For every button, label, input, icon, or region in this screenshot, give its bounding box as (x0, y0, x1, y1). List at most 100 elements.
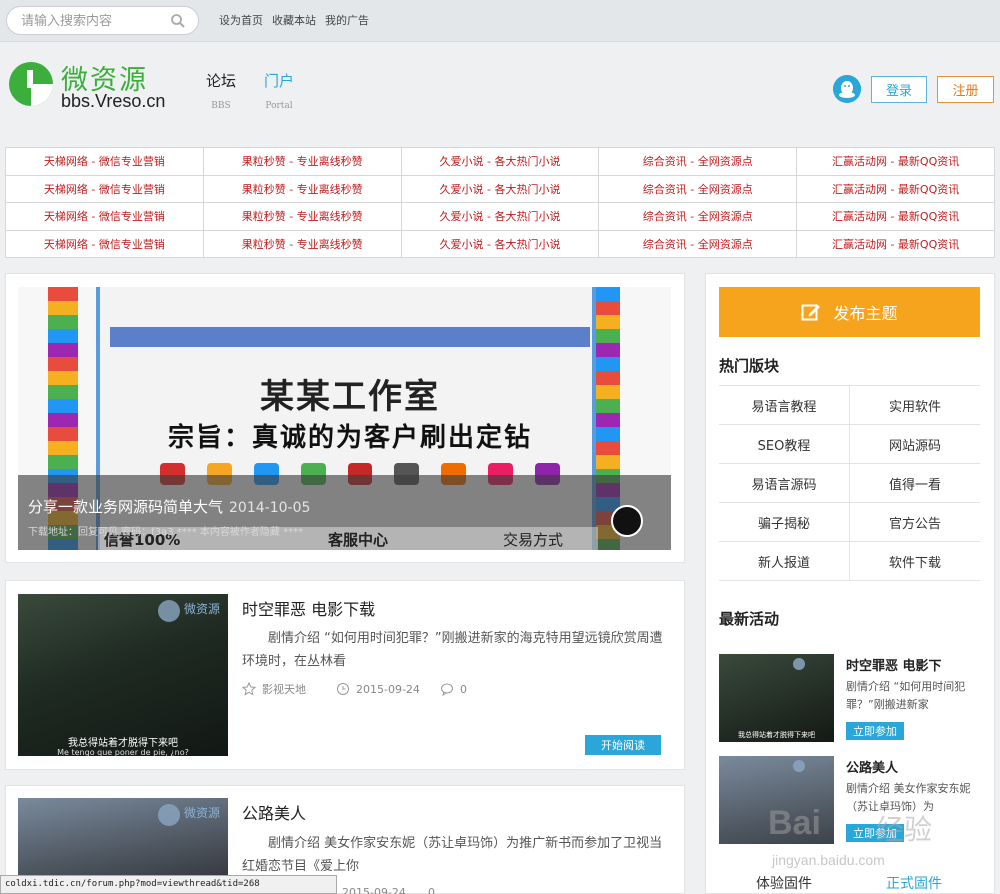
edit-icon (801, 304, 821, 321)
logo-en-text: bbs.Vreso.cn (61, 91, 166, 111)
watermark-logo-icon (793, 760, 805, 772)
banner-title-text: 分享一款业务网源码简单大气 (28, 498, 224, 516)
event-title[interactable]: 时空罪恶 电影下 (846, 655, 942, 674)
banner-avatar-icon (611, 505, 643, 537)
hot-section-link[interactable]: 软件下载 (849, 541, 980, 581)
ad-link[interactable]: 久爱小说 - 各大热门小说 (400, 229, 600, 258)
clock-icon (337, 683, 349, 695)
ad-link[interactable]: 汇赢活动网 - 最新QQ资讯 (796, 147, 995, 176)
ad-link[interactable]: 果粒秒赞 - 专业离线秒赞 (202, 229, 402, 258)
ad-link[interactable]: 综合资讯 - 全网资源点 (598, 147, 798, 176)
hot-section-link[interactable]: SEO教程 (719, 424, 850, 464)
hot-section-link[interactable]: 易语言源码 (719, 463, 850, 503)
event-thumb-caption: 我总得站着才脱得下来吧 (738, 731, 815, 739)
post-topic-button[interactable]: 发布主题 (719, 287, 980, 337)
ad-link[interactable]: 天梯网络 - 微信专业营销 (5, 202, 204, 231)
firmware-tabs: 体验固件 正式固件 (719, 873, 980, 894)
search-icon[interactable] (170, 13, 186, 29)
tab-official-firmware[interactable]: 正式固件 (849, 873, 979, 894)
comment-icon (440, 683, 453, 696)
ad-link[interactable]: 久爱小说 - 各大热门小说 (400, 174, 600, 203)
hot-row: 易语言教程 实用软件 (719, 385, 980, 425)
banner-blue-bar (110, 327, 590, 347)
hot-section-link[interactable]: 值得一看 (849, 463, 980, 503)
ad-link[interactable]: 果粒秒赞 - 专业离线秒赞 (202, 147, 402, 176)
nav-bbs[interactable]: 论坛 BBS (206, 70, 236, 111)
search-input[interactable] (21, 12, 171, 30)
login-button[interactable]: 登录 (871, 76, 927, 103)
ad-link[interactable]: 汇赢活动网 - 最新QQ资讯 (796, 229, 995, 258)
nav-portal-label: 门户 (264, 72, 295, 90)
banner-bottom-label: 交易方式 (503, 531, 564, 549)
hot-section-link[interactable]: 新人报道 (719, 541, 850, 581)
article-desc: 剧情介绍 “如何用时间犯罪？”刚搬进新家的海克特用望远镜欣赏周遭环境时，在丛林看 (242, 631, 663, 669)
banner-subtitle: 下载地址：回复可见 密码：f3a3 **** 本内容被作者隐藏 **** (28, 527, 304, 538)
post-topic-label: 发布主题 (833, 304, 898, 323)
ad-link[interactable]: 果粒秒赞 - 专业离线秒赞 (202, 202, 402, 231)
thumb-caption: 我总得站着才脱得下来吧 (68, 738, 178, 749)
article-comments: 0 (459, 682, 467, 696)
event-thumbnail[interactable]: 我总得站着才脱得下来吧 (719, 654, 834, 742)
ad-link[interactable]: 综合资讯 - 全网资源点 (598, 174, 798, 203)
ad-link[interactable]: 果粒秒赞 - 专业离线秒赞 (202, 174, 402, 203)
event-title[interactable]: 公路美人 (846, 757, 898, 776)
qq-login-icon[interactable] (833, 75, 861, 103)
ad-link[interactable]: 天梯网络 - 微信专业营销 (5, 174, 204, 203)
my-ads-link[interactable]: 我的广告 (325, 12, 369, 28)
banner-title[interactable]: 分享一款业务网源码简单大气 2014-10-05 (28, 496, 310, 517)
featured-banner[interactable]: 某某工作室 宗旨：真诚的为客户刷出定钻 信誉100% 客服中心 交易方式 分享一… (18, 287, 671, 550)
hot-section-link[interactable]: 官方公告 (849, 502, 980, 542)
thumb-watermark: 微资源 (184, 806, 221, 820)
baidu-watermark: Bai 经验 jingyan.baidu.com (768, 804, 988, 874)
article-meta: 2015-09-24 0 (342, 886, 435, 894)
latest-events-heading: 最新活动 (719, 610, 780, 628)
ad-link[interactable]: 汇赢活动网 - 最新QQ资讯 (796, 202, 995, 231)
hot-row: SEO教程 网站源码 (719, 424, 980, 464)
thumb-watermark: 微资源 (184, 602, 221, 616)
top-links: 设为首页 收藏本站 我的广告 (219, 12, 369, 28)
ad-link[interactable]: 综合资讯 - 全网资源点 (598, 202, 798, 231)
ad-link[interactable]: 久爱小说 - 各大热门小说 (400, 202, 600, 231)
ad-link[interactable]: 天梯网络 - 微信专业营销 (5, 147, 204, 176)
article-meta: 影视天地 2015-09-24 0 (242, 681, 467, 697)
hot-section-link[interactable]: 骗子揭秘 (719, 502, 850, 542)
hot-section-link[interactable]: 易语言教程 (719, 385, 850, 425)
search-box[interactable] (6, 6, 199, 35)
nav-bbs-label: 论坛 (206, 72, 237, 90)
hot-section-link[interactable]: 实用软件 (849, 385, 980, 425)
watermark-logo-icon (793, 658, 805, 670)
banner-bottom-label: 客服中心 (328, 531, 389, 549)
nav-portal[interactable]: 门户 Portal (264, 70, 294, 111)
register-button[interactable]: 注册 (937, 76, 994, 103)
ad-link[interactable]: 天梯网络 - 微信专业营销 (5, 229, 204, 258)
hot-row: 新人报道 软件下载 (719, 541, 980, 581)
article-date: 2015-09-24 (342, 886, 406, 894)
watermark-logo-icon (158, 600, 180, 622)
hot-sections-grid: 易语言教程 实用软件 SEO教程 网站源码 易语言源码 值得一看 骗子揭秘 官方公告 新人报道软… (719, 385, 980, 581)
article-category[interactable]: 影视天地 (262, 681, 306, 697)
nav-bbs-sub: BBS (211, 101, 231, 111)
nav-portal-sub: Portal (265, 101, 293, 111)
watermark-url: jingyan.baidu.com (772, 852, 885, 868)
site-logo[interactable]: 微资源 bbs.Vreso.cn (7, 60, 185, 116)
ad-link[interactable]: 综合资讯 - 全网资源点 (598, 229, 798, 258)
event-desc: 剧情介绍 “如何用时间犯罪？”刚搬进新家 (846, 680, 966, 711)
article-title[interactable]: 公路美人 (242, 800, 306, 824)
banner-art-line1: 某某工作室 (260, 377, 440, 417)
bookmark-link[interactable]: 收藏本站 (272, 12, 316, 28)
article-date: 2015-09-24 (356, 682, 420, 696)
watermark-cn: 经验 (876, 813, 933, 846)
set-homepage-link[interactable]: 设为首页 (219, 12, 263, 28)
ad-link[interactable]: 久爱小说 - 各大热门小说 (400, 147, 600, 176)
join-event-button[interactable]: 立即参加 (846, 722, 904, 740)
ad-row: 天梯网络 - 微信专业营销 果粒秒赞 - 专业离线秒赞 久爱小说 - 各大热门小说综… (5, 202, 995, 231)
tab-trial-firmware[interactable]: 体验固件 (719, 873, 849, 894)
article-thumbnail[interactable]: 微资源 我总得站着才脱得下来吧 Me tengo que poner de pi… (18, 594, 228, 756)
hot-section-link[interactable]: 网站源码 (849, 424, 980, 464)
ad-link[interactable]: 汇赢活动网 - 最新QQ资讯 (796, 174, 995, 203)
hot-sections-heading: 热门版块 (719, 357, 780, 375)
watermark-logo-icon (158, 804, 180, 826)
article-title[interactable]: 时空罪恶 电影下载 (242, 596, 375, 620)
read-button[interactable]: 开始阅读 (585, 735, 661, 755)
hot-row: 骗子揭秘 官方公告 (719, 502, 980, 542)
